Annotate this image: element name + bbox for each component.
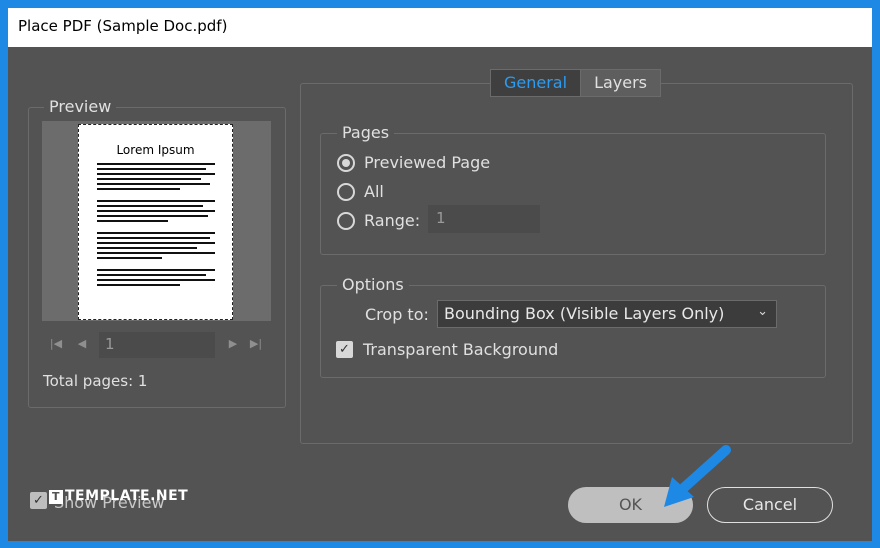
page-thumbnail: Lorem Ipsum xyxy=(78,124,233,320)
tab-layers[interactable]: Layers xyxy=(581,70,661,96)
radio-button-selected[interactable] xyxy=(337,153,355,172)
title-bar: Place PDF (Sample Doc.pdf) xyxy=(8,8,872,47)
radio-label: All xyxy=(364,182,384,201)
last-page-icon[interactable]: ▶| xyxy=(248,336,264,352)
chevron-down-icon: ⌄ xyxy=(757,304,768,319)
range-input[interactable]: 1 xyxy=(428,205,540,233)
radio-all[interactable]: All xyxy=(337,182,384,201)
options-group: Options xyxy=(320,275,826,378)
first-page-icon[interactable]: |◀ xyxy=(48,336,64,352)
radio-label: Range: xyxy=(364,211,421,230)
template-logo-icon: T xyxy=(49,490,63,504)
radio-label: Previewed Page xyxy=(364,153,491,172)
pages-legend: Pages xyxy=(337,123,395,142)
thumbnail-title: Lorem Ipsum xyxy=(116,143,195,157)
show-preview-checkbox[interactable]: ✓ xyxy=(30,492,47,509)
radio-range[interactable]: Range: xyxy=(337,211,420,230)
place-pdf-dialog: Place PDF (Sample Doc.pdf) Preview Lorem… xyxy=(8,8,872,541)
tab-general[interactable]: General xyxy=(491,70,582,96)
next-page-icon[interactable]: ▶ xyxy=(225,336,241,352)
window-title: Place PDF (Sample Doc.pdf) xyxy=(18,17,228,35)
transparent-background-checkbox[interactable]: ✓ xyxy=(336,341,353,358)
total-pages-label: Total pages: 1 xyxy=(43,372,148,390)
tab-bar: General Layers xyxy=(490,69,662,97)
options-legend: Options xyxy=(337,275,409,294)
radio-previewed-page[interactable]: Previewed Page xyxy=(337,153,490,172)
crop-to-label: Crop to: xyxy=(365,305,429,324)
page-navigator: |◀ ◀ 1 ▶ ▶| xyxy=(42,332,271,358)
crop-to-value: Bounding Box (Visible Layers Only) xyxy=(444,304,725,323)
radio-button[interactable] xyxy=(337,211,355,230)
watermark-text: TEMPLATE.NET xyxy=(65,488,189,504)
previous-page-icon[interactable]: ◀ xyxy=(74,336,90,352)
thumbnail-text-lines xyxy=(97,163,215,289)
pointer-arrow-icon xyxy=(664,445,731,507)
transparent-background-label: Transparent Background xyxy=(363,340,559,359)
preview-area: Lorem Ipsum xyxy=(42,121,271,321)
preview-legend: Preview xyxy=(44,97,117,116)
preview-group: Preview Lorem Ipsum |◀ ◀ 1 ▶ ▶| Total pa… xyxy=(28,97,286,408)
radio-button[interactable] xyxy=(337,182,355,201)
page-number-field[interactable]: 1 xyxy=(99,332,215,358)
watermark-logo: T TEMPLATE.NET xyxy=(49,488,188,504)
crop-to-dropdown[interactable]: Bounding Box (Visible Layers Only) ⌄ xyxy=(437,300,777,328)
pages-group: Pages xyxy=(320,123,826,255)
